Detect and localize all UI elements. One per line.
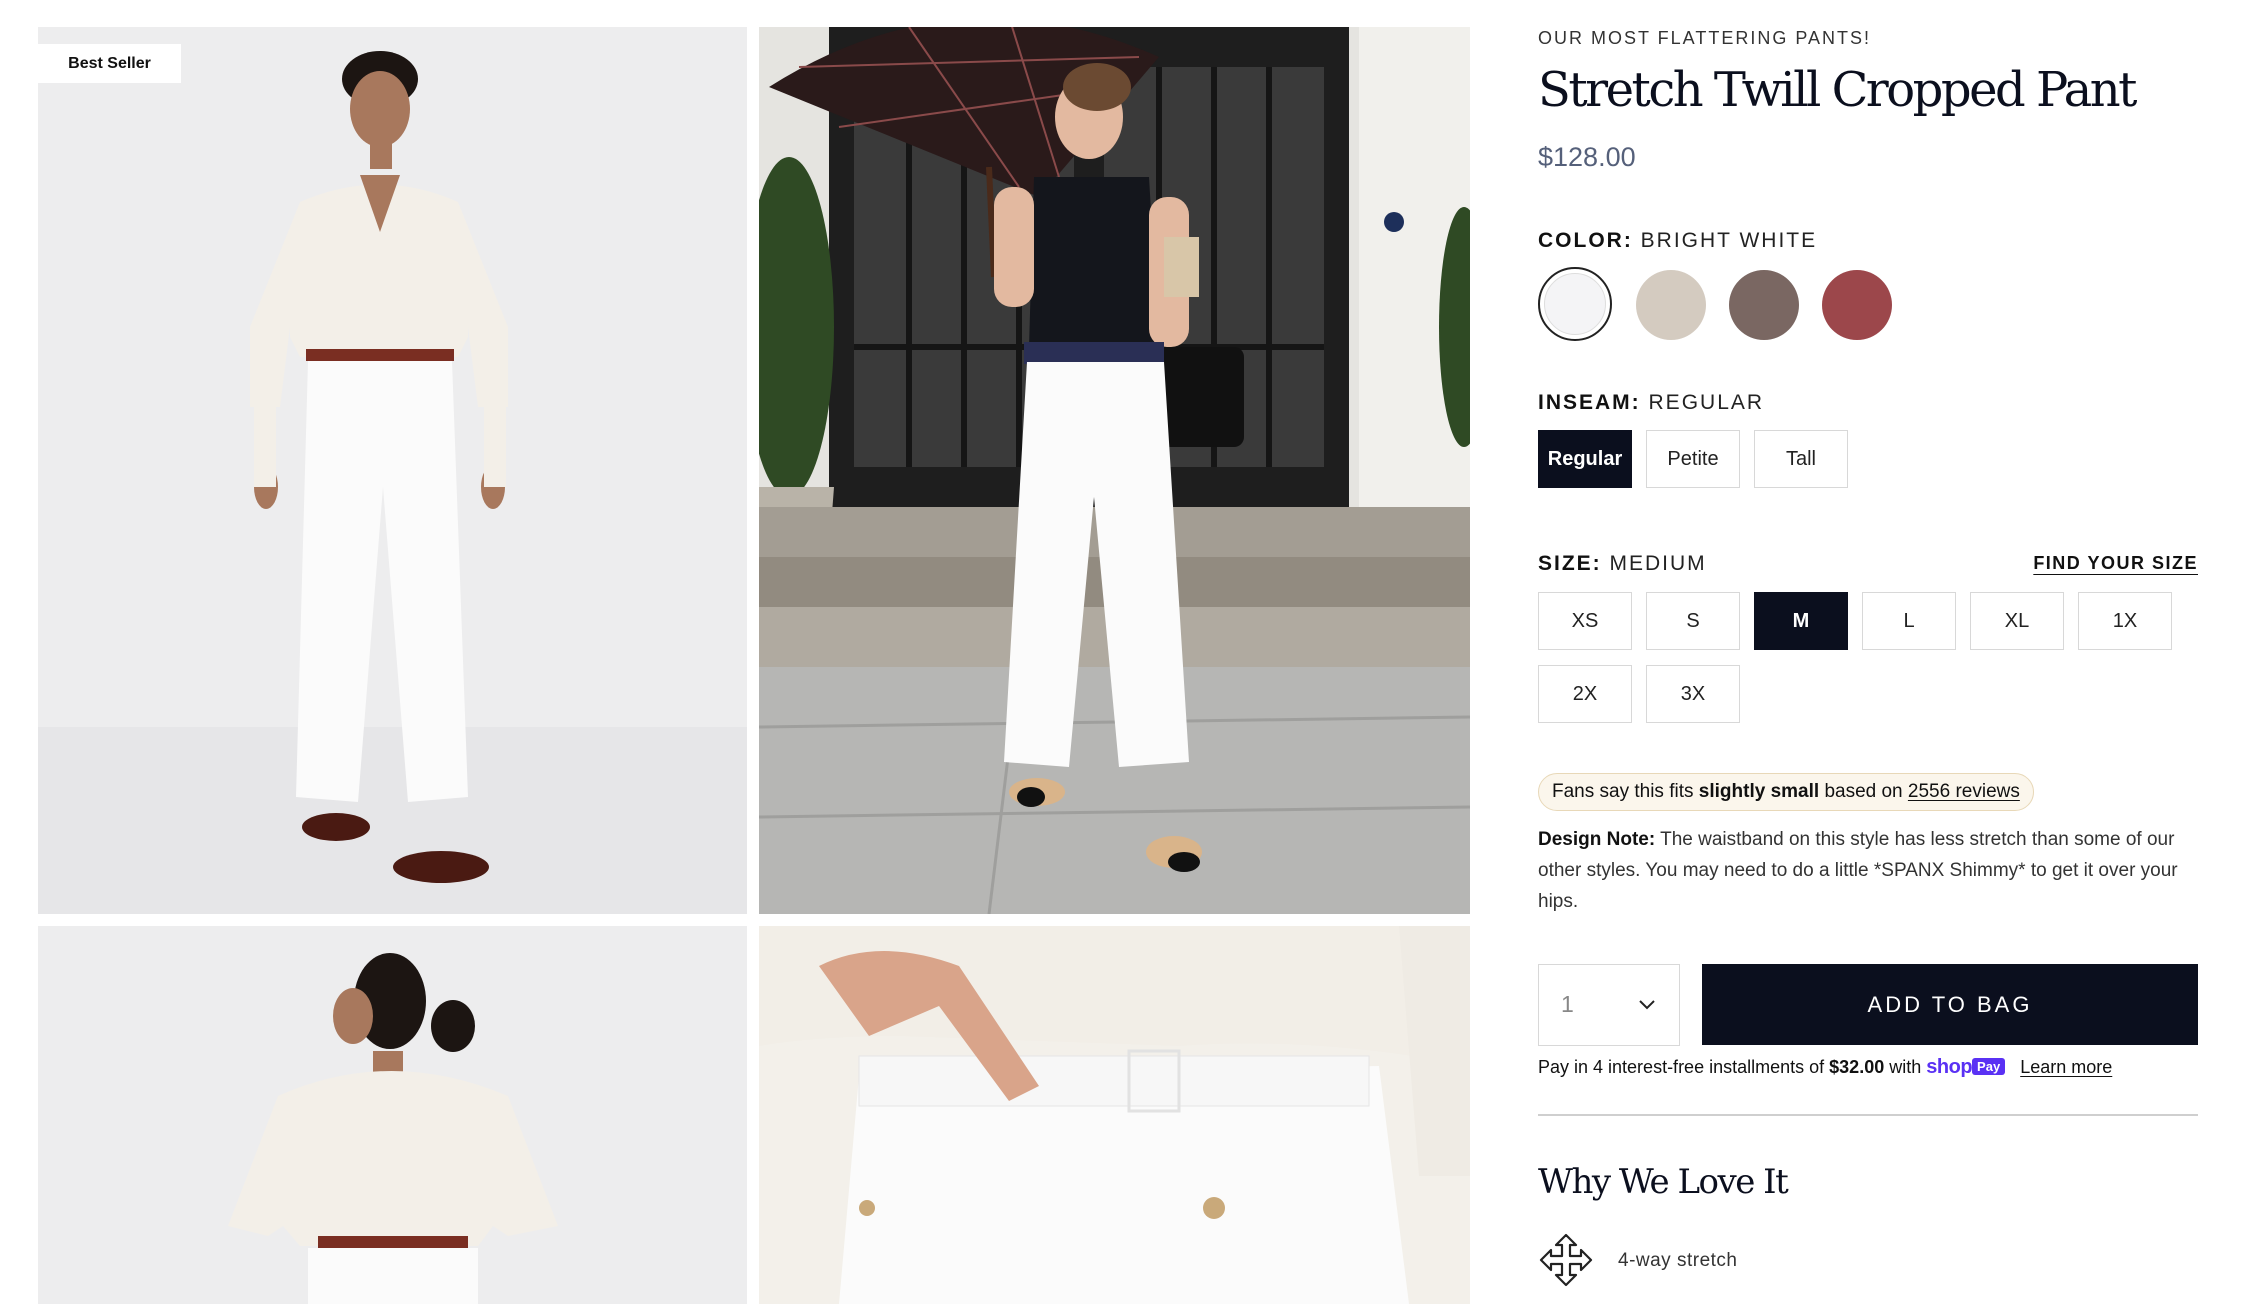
size-option-xl[interactable]: XL (1970, 592, 2064, 650)
size-option-2x[interactable]: 2X (1538, 665, 1632, 723)
fit-middle: based on (1824, 781, 1903, 802)
learn-more-link[interactable]: Learn more (2020, 1057, 2112, 1077)
model-front-photo[interactable]: Best Seller (38, 27, 747, 914)
shop-pay-badge: Pay (1972, 1058, 2006, 1075)
size-label: SIZE: MEDIUM (1538, 552, 1707, 576)
four-way-arrows-icon (1539, 1233, 1593, 1287)
inseam-option-regular[interactable]: Regular (1538, 430, 1632, 488)
find-your-size-link[interactable]: FIND YOUR SIZE (2033, 553, 2198, 574)
size-option-m[interactable]: M (1754, 592, 1848, 650)
inseam-label: INSEAM: REGULAR (1538, 391, 1764, 415)
shop-pay-logo: shop (1926, 1056, 1973, 1078)
fit-prefix: Fans say this fits (1552, 781, 1694, 802)
section-divider (1538, 1114, 2198, 1116)
why-we-love-it-heading: Why We Love It (1538, 1162, 1789, 1202)
waistband-detail-photo[interactable] (759, 926, 1470, 1304)
installments-info: Pay in 4 interest-free installments of $… (1538, 1056, 2112, 1079)
inseam-option-tall[interactable]: Tall (1754, 430, 1848, 488)
color-swatch-red[interactable] (1822, 270, 1892, 340)
quantity-select[interactable]: 1 (1538, 964, 1680, 1046)
size-option-3x[interactable]: 3X (1646, 665, 1740, 723)
model-back-photo[interactable] (38, 926, 747, 1304)
chevron-down-icon (1639, 1000, 1655, 1010)
color-swatch-beige[interactable] (1636, 270, 1706, 340)
feature-4way-stretch: 4-way stretch (1618, 1250, 1738, 1271)
product-price: $128.00 (1538, 142, 1636, 172)
color-value: BRIGHT WHITE (1640, 229, 1818, 252)
add-to-bag-button[interactable]: ADD TO BAG (1702, 964, 2198, 1045)
size-option-1x[interactable]: 1X (2078, 592, 2172, 650)
fit-emphasis: slightly small (1698, 781, 1820, 802)
design-note: Design Note: The waistband on this style… (1538, 824, 2198, 917)
design-note-label: Design Note: (1538, 829, 1656, 850)
product-title: Stretch Twill Cropped Pant (1538, 62, 2137, 118)
street-style-photo[interactable] (759, 27, 1470, 914)
color-label-key: COLOR: (1538, 229, 1633, 252)
product-gallery: Best Seller (38, 27, 1470, 1304)
size-option-l[interactable]: L (1862, 592, 1956, 650)
product-eyebrow: OUR MOST FLATTERING PANTS! (1538, 28, 1872, 48)
color-swatch-brown[interactable] (1729, 270, 1799, 340)
installment-amount: $32.00 (1829, 1057, 1885, 1077)
inseam-label-key: INSEAM: (1538, 391, 1641, 414)
color-label: COLOR: BRIGHT WHITE (1538, 229, 1817, 253)
size-value: MEDIUM (1609, 552, 1707, 575)
size-option-xs[interactable]: XS (1538, 592, 1632, 650)
size-label-key: SIZE: (1538, 552, 1602, 575)
color-swatch-bright-white[interactable] (1538, 267, 1612, 341)
reviews-link[interactable]: 2556 reviews (1908, 781, 2020, 802)
inseam-value: REGULAR (1648, 391, 1765, 414)
installments-with: with (1889, 1057, 1922, 1077)
size-option-s[interactable]: S (1646, 592, 1740, 650)
inseam-option-petite[interactable]: Petite (1646, 430, 1740, 488)
fit-feedback-pill: Fans say this fits slightly small based … (1538, 773, 2034, 811)
best-seller-badge: Best Seller (38, 44, 181, 83)
quantity-value: 1 (1561, 991, 1574, 1017)
installments-prefix: Pay in 4 interest-free installments of (1538, 1057, 1825, 1077)
